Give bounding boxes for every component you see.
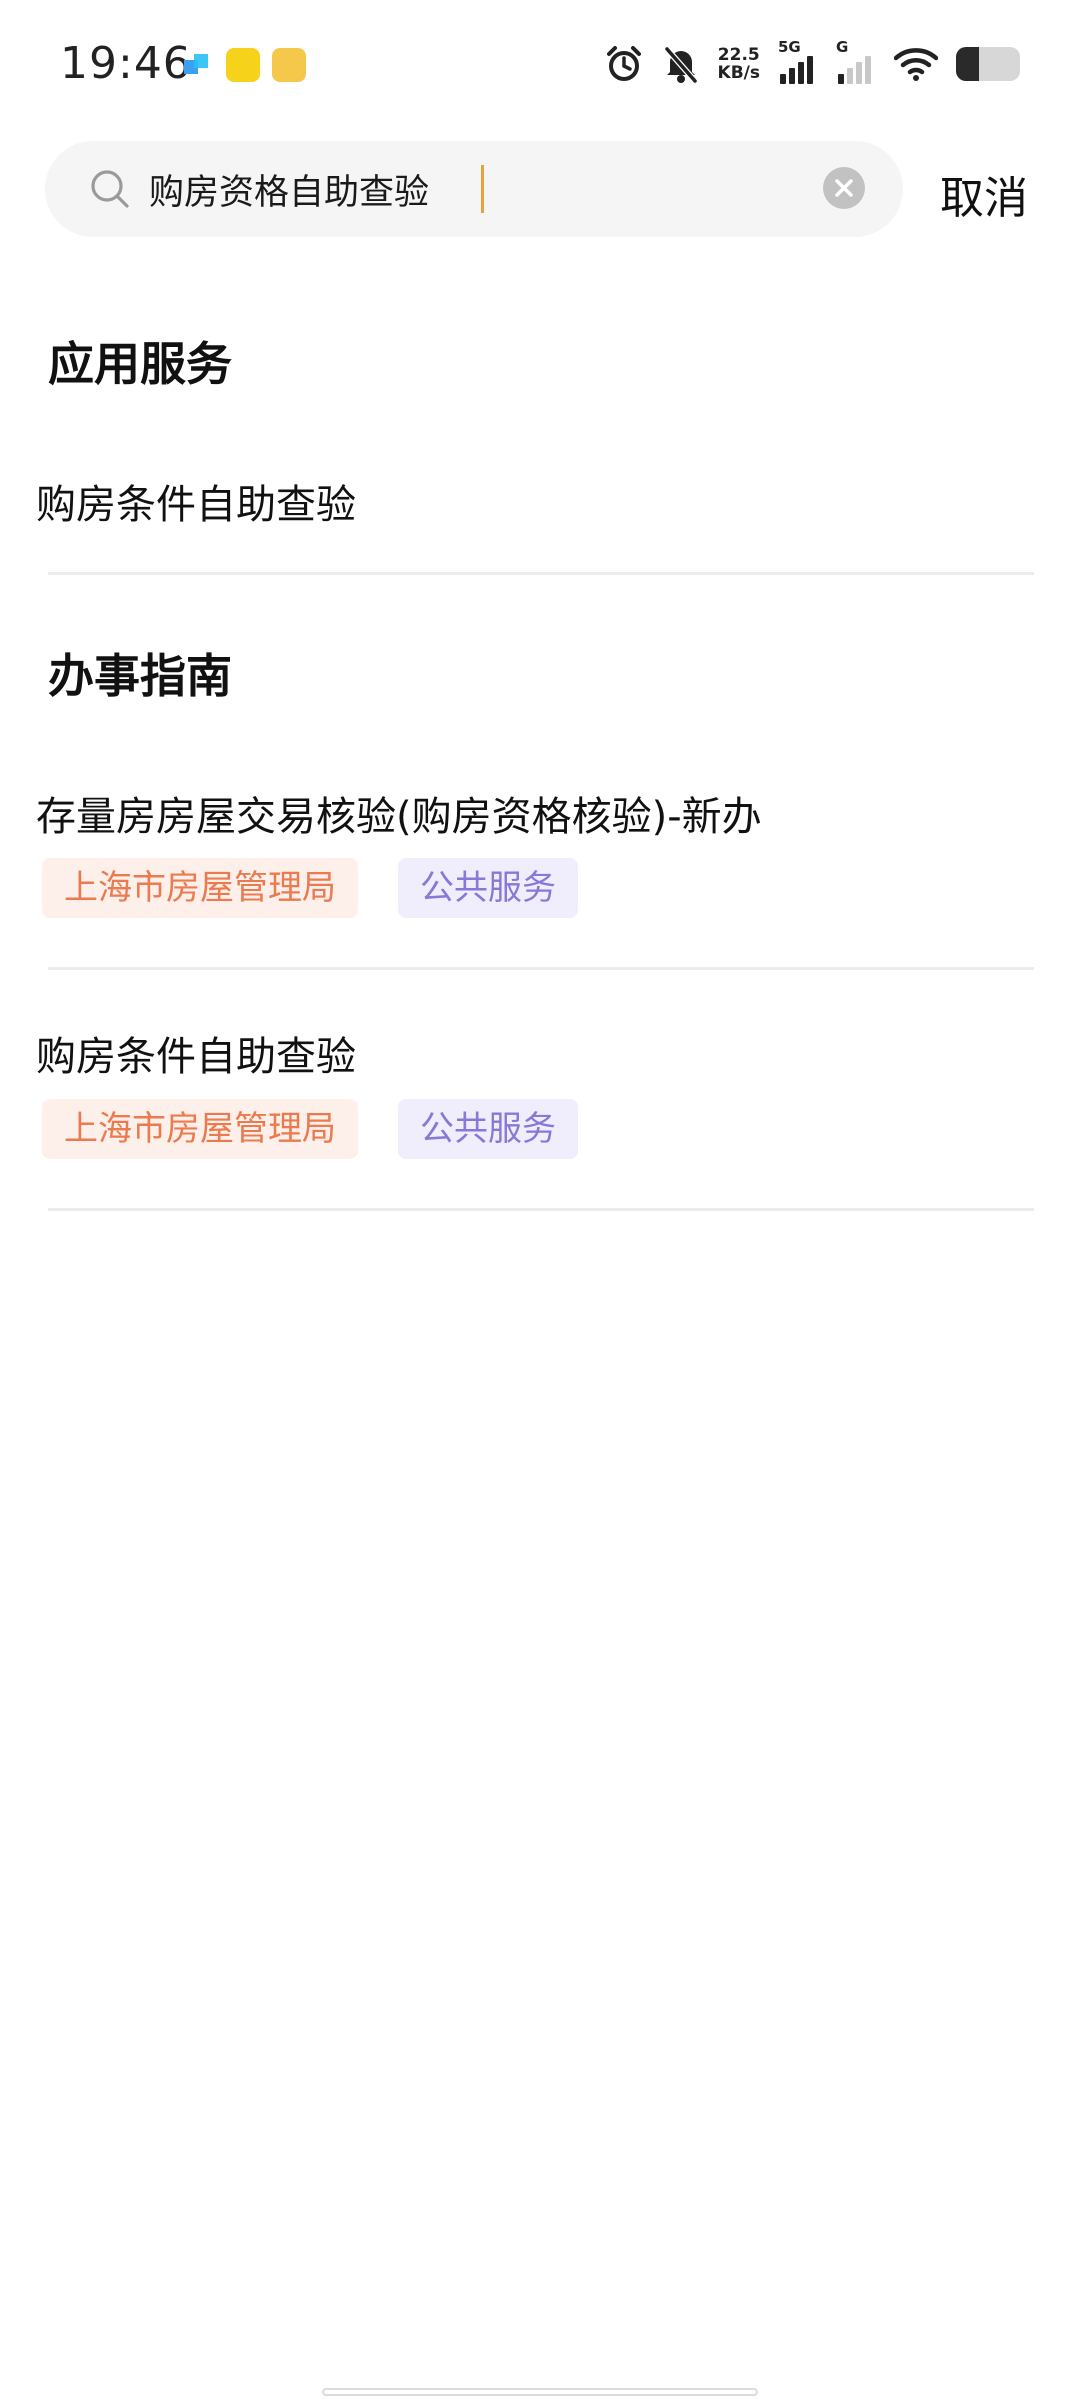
guide-type-tag: 公共服务: [398, 858, 578, 918]
guide-type-tag: 公共服务: [398, 1099, 578, 1159]
cancel-button[interactable]: 取消: [940, 162, 1028, 226]
network-speed: 22.5 KB/s: [718, 46, 760, 82]
guide-item-title[interactable]: 购房条件自助查验: [36, 1024, 356, 1082]
home-indicator[interactable]: [322, 2388, 758, 2396]
guide-item-title[interactable]: 存量房房屋交易核验(购房资格核验)-新办: [36, 784, 762, 842]
guide-org-tag: 上海市房屋管理局: [42, 1099, 358, 1159]
search-box[interactable]: [45, 141, 903, 237]
app-service-item[interactable]: 购房条件自助查验: [36, 472, 356, 530]
wifi-icon: [894, 48, 938, 81]
wallet-notification-icon: [272, 48, 306, 82]
close-icon: [835, 179, 853, 197]
notification-icons: [180, 48, 306, 82]
search-input[interactable]: [149, 163, 839, 215]
mute-bell-icon: [664, 47, 697, 83]
clear-search-button[interactable]: [823, 167, 865, 209]
sim2-signal-icon: G: [836, 38, 876, 84]
network-speed-value: 22.5: [717, 45, 760, 65]
divider: [48, 967, 1034, 970]
sim1-signal-icon: 5G: [778, 38, 818, 84]
alarm-icon: [606, 46, 641, 81]
sim2-network-label: G: [836, 38, 849, 56]
search-icon: [91, 170, 129, 208]
status-time: 19:46: [60, 38, 192, 89]
sim1-network-label: 5G: [778, 38, 801, 56]
app-notification-icon: [184, 54, 208, 74]
guide-org-tag: 上海市房屋管理局: [42, 858, 358, 918]
network-speed-unit: KB/s: [717, 63, 760, 83]
section-title-guides: 办事指南: [48, 649, 232, 703]
divider: [48, 1208, 1034, 1211]
battery-icon: [956, 47, 1020, 81]
status-bar: 19:46 22.5 KB/s 5G G: [0, 0, 1080, 130]
text-caret: [481, 165, 484, 213]
section-title-app-services: 应用服务: [48, 337, 232, 391]
battery-level-fill: [956, 47, 980, 81]
system-icons: 22.5 KB/s 5G G: [604, 38, 1020, 84]
divider: [48, 572, 1034, 575]
app-notification-icon: [226, 48, 260, 82]
